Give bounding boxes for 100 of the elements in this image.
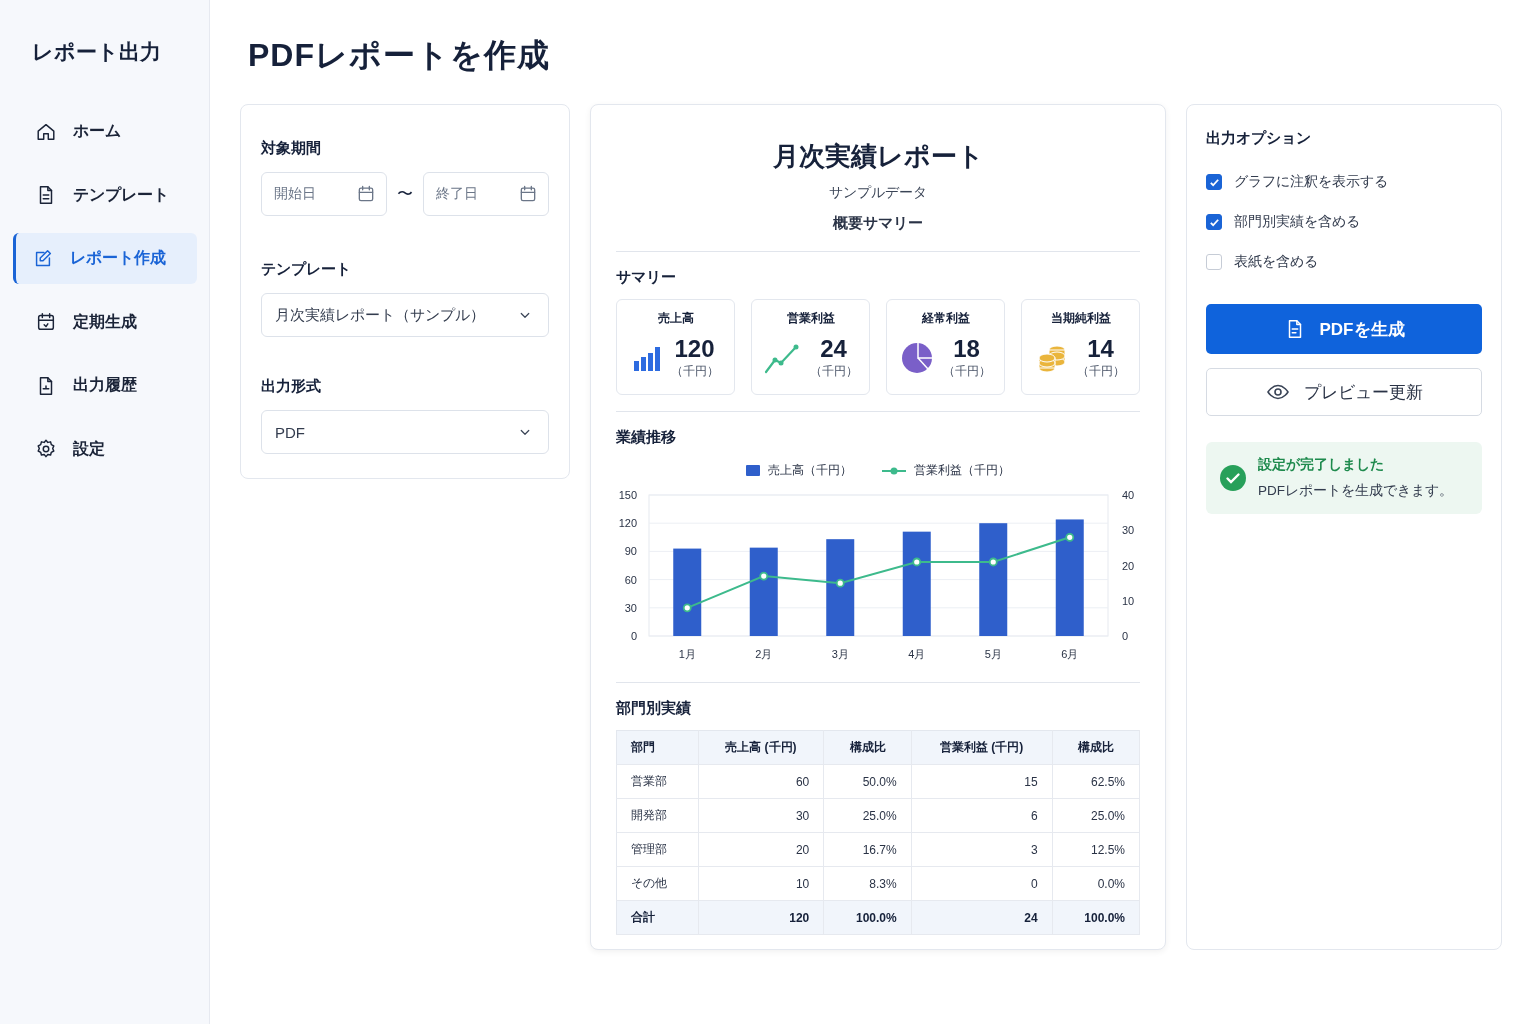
kpi-value: 14 (1087, 335, 1114, 363)
template-dropdown[interactable]: 月次実績レポート（サンプル） (261, 293, 549, 337)
table-cell: 25.0% (1052, 798, 1140, 833)
pie-chart-icon (900, 341, 933, 374)
table-cell: 0.0% (1052, 866, 1140, 901)
axis-label: 0 (630, 630, 637, 642)
table-cell: 管理部 (616, 832, 698, 867)
column-header: 構成比 (1052, 730, 1140, 765)
kpi-value: 24 (820, 335, 847, 363)
sidebar-item[interactable]: テンプレート (13, 169, 197, 221)
sidebar-item[interactable]: 設定 (13, 423, 197, 475)
legend-label: 営業利益（千円） (914, 463, 1010, 478)
check-icon (1208, 216, 1220, 228)
page-title: PDFレポートを作成 (248, 36, 551, 75)
option-label: 表紙を含める (1234, 253, 1318, 271)
table-cell: 62.5% (1052, 764, 1140, 799)
coins-icon (1036, 343, 1067, 372)
axis-label: 10 (1122, 594, 1135, 607)
data-point (988, 557, 998, 567)
notice-title: 設定が完了しました (1258, 456, 1385, 474)
table-cell: 20 (698, 832, 824, 867)
app-title: レポート出力 (32, 39, 162, 65)
section-heading: 部門別実績 (616, 699, 692, 718)
axis-label: 2月 (755, 648, 773, 660)
axis-label: 1月 (678, 648, 696, 660)
kpi-value: 120 (674, 335, 715, 363)
column-header: 部門 (616, 730, 698, 765)
check-icon (1208, 176, 1220, 188)
axis-label: 3月 (831, 648, 849, 660)
kpi-unit: （千円） (809, 363, 858, 380)
sidebar-item[interactable]: ホーム (13, 106, 197, 157)
data-point (759, 571, 769, 581)
table-cell: 60 (698, 764, 824, 799)
calendar-icon (518, 184, 538, 204)
column-header: 営業利益 (千円) (911, 730, 1053, 765)
table-cell: 12.5% (1052, 832, 1140, 867)
report-summary-label: 概要サマリー (616, 214, 1140, 252)
sidebar-item[interactable]: 定期生成 (13, 296, 197, 348)
table-cell: 営業部 (616, 764, 698, 799)
section-heading: サマリー (616, 268, 677, 287)
total-cell: 100.0% (1052, 900, 1140, 935)
axis-label: 0 (1122, 630, 1129, 642)
table-cell: 30 (698, 798, 824, 833)
column-header: 売上高 (千円) (698, 730, 824, 765)
axis-label: 5月 (984, 648, 1002, 660)
total-cell: 120 (698, 900, 824, 935)
kpi-unit: （千円） (670, 363, 719, 380)
table-cell: 開発部 (616, 798, 698, 833)
kpi-label: 当期純利益 (1050, 310, 1111, 327)
check-circle-icon (1220, 465, 1246, 491)
field-label: 対象期間 (261, 139, 322, 158)
range-separator: 〜 (397, 183, 413, 204)
sidebar-item[interactable]: レポート作成 (13, 233, 197, 284)
axis-label: 150 (618, 489, 637, 501)
kpi-unit: （千円） (942, 363, 991, 380)
checkbox[interactable] (1206, 174, 1222, 190)
data-point (1065, 532, 1075, 542)
axis-label: 20 (1122, 559, 1135, 572)
kpi-value: 18 (953, 335, 980, 363)
axis-label: 90 (624, 545, 637, 558)
checkbox[interactable] (1206, 214, 1222, 230)
format-dropdown[interactable]: PDF (261, 410, 549, 454)
notice-message: PDFレポートを生成できます。 (1258, 482, 1453, 500)
table-cell: 15 (911, 764, 1053, 799)
table-cell: 0 (911, 866, 1053, 901)
date-field[interactable]: 開始日 (261, 172, 387, 216)
axis-label: 40 (1122, 489, 1135, 501)
axis-label: 120 (618, 517, 637, 530)
kpi-label: 売上高 (657, 310, 694, 327)
table-cell: 16.7% (823, 832, 912, 867)
date-field[interactable]: 終了日 (423, 172, 549, 216)
calendar-icon (35, 311, 57, 333)
section-heading: 出力オプション (1206, 129, 1312, 148)
field-label: 出力形式 (261, 377, 322, 396)
table-cell: 6 (911, 798, 1053, 833)
field-label: テンプレート (261, 260, 352, 279)
table-cell: 50.0% (823, 764, 912, 799)
bar-chart-icon (632, 344, 661, 371)
axis-label: 4月 (908, 648, 926, 660)
axis-label: 6月 (1061, 648, 1079, 660)
section-heading: 業績推移 (616, 428, 677, 447)
preview-button[interactable]: プレビュー更新 (1206, 368, 1482, 416)
generate-button[interactable]: PDFを生成 (1206, 304, 1482, 354)
table-cell: 10 (698, 866, 824, 901)
table-cell: 25.0% (823, 798, 912, 833)
report-subtitle: サンプルデータ (828, 184, 928, 202)
total-cell: 100.0% (823, 900, 912, 935)
data-point (835, 578, 845, 588)
kpi-label: 経常利益 (921, 310, 970, 327)
sidebar-item[interactable]: 出力履歴 (13, 360, 197, 411)
total-cell: 24 (911, 900, 1053, 935)
kpi-unit: （千円） (1076, 363, 1125, 380)
settings-icon (35, 438, 57, 460)
table-cell: その他 (616, 866, 698, 901)
column-header: 構成比 (823, 730, 912, 765)
axis-label: 30 (624, 601, 637, 614)
calendar-icon (356, 184, 376, 204)
axis-label: 30 (1122, 524, 1135, 537)
table-cell: 3 (911, 832, 1053, 867)
option-label: グラフに注釈を表示する (1234, 173, 1388, 191)
